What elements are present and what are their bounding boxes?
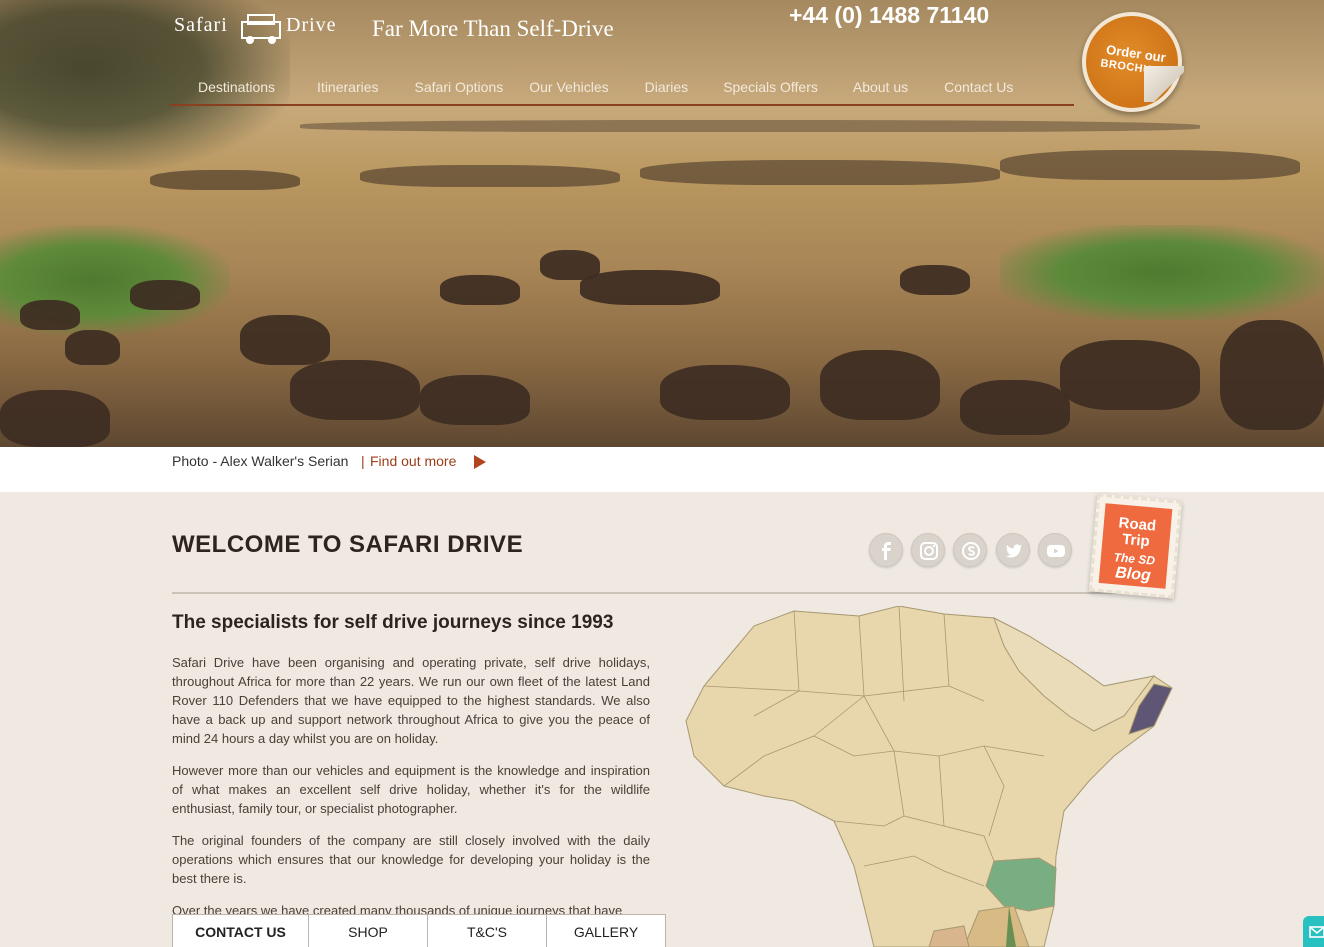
envelope-icon bbox=[1309, 926, 1324, 938]
nav-item-destinations[interactable]: Destinations bbox=[198, 76, 275, 104]
find-out-more-link[interactable]: Find out more bbox=[370, 453, 456, 469]
road-trip-blog-stamp[interactable]: Road Trip The SD Blog bbox=[1088, 493, 1183, 599]
photo-caption-bar: Photo - Alex Walker's Serian | Find out … bbox=[0, 447, 1324, 492]
herd-animal bbox=[960, 380, 1070, 435]
herd-animal bbox=[420, 375, 530, 425]
tab-terms[interactable]: T&C'S bbox=[428, 915, 547, 947]
africa-map[interactable] bbox=[684, 606, 1184, 947]
play-arrow-icon[interactable] bbox=[474, 455, 486, 469]
intro-paragraph: The original founders of the company are… bbox=[172, 833, 650, 886]
map-land bbox=[685, 606, 1173, 947]
herd-animal bbox=[1220, 320, 1324, 430]
intro-paragraph: However more than our vehicles and equip… bbox=[172, 763, 650, 816]
phone-number[interactable]: +44 (0) 1488 71140 bbox=[789, 2, 989, 29]
nav-item-safari-options[interactable]: Safari Options bbox=[415, 76, 504, 104]
tab-gallery[interactable]: GALLERY bbox=[547, 915, 665, 947]
tagline: Far More Than Self-Drive bbox=[372, 16, 614, 41]
instagram-icon[interactable] bbox=[911, 533, 945, 567]
email-widget[interactable] bbox=[1303, 916, 1324, 947]
herd-animal bbox=[20, 300, 80, 330]
herd-animal bbox=[360, 165, 620, 187]
nav-item-diaries[interactable]: Diaries bbox=[645, 76, 689, 104]
nav-item-contact-us[interactable]: Contact Us bbox=[944, 76, 1013, 104]
nav-item-about-us[interactable]: About us bbox=[853, 76, 908, 104]
herd-animal bbox=[290, 360, 420, 420]
skype-icon[interactable] bbox=[953, 533, 987, 567]
herd-animal bbox=[0, 390, 110, 447]
logo-word: Drive bbox=[286, 14, 337, 36]
nav-item-itineraries[interactable]: Itineraries bbox=[317, 76, 378, 104]
section-subtitle: The specialists for self drive journeys … bbox=[172, 612, 614, 633]
herd-animal bbox=[240, 315, 330, 365]
herd-animal bbox=[660, 365, 790, 420]
jeep-icon bbox=[241, 14, 281, 44]
order-brochure-button[interactable]: Order our BROCHURE bbox=[1082, 12, 1184, 112]
herd-animal bbox=[640, 160, 1000, 185]
tab-shop[interactable]: SHOP bbox=[309, 915, 428, 947]
herd-animal bbox=[1060, 340, 1200, 410]
herd-animal bbox=[440, 275, 520, 305]
herd-animal bbox=[300, 120, 1200, 132]
tab-contact-us[interactable]: CONTACT US bbox=[173, 915, 309, 947]
divider bbox=[172, 592, 1116, 594]
herd-animal bbox=[580, 270, 720, 305]
herd-animal bbox=[150, 170, 300, 190]
site-logo[interactable]: Safari Drive bbox=[174, 10, 340, 50]
herd-animal bbox=[820, 350, 940, 420]
herd-animal bbox=[1000, 150, 1300, 180]
herd-animal bbox=[130, 280, 200, 310]
nav-item-our-vehicles[interactable]: Our Vehicles bbox=[529, 76, 608, 104]
herd-animal bbox=[65, 330, 120, 365]
page-title: WELCOME TO SAFARI DRIVE bbox=[172, 531, 524, 558]
hero-bush bbox=[1000, 225, 1324, 320]
youtube-icon[interactable] bbox=[1038, 533, 1072, 567]
photo-credit: Photo - Alex Walker's Serian bbox=[172, 453, 349, 469]
hero-banner: Safari Drive Far More Than Self-Drive +4… bbox=[0, 0, 1324, 447]
herd-animal bbox=[900, 265, 970, 295]
bottom-tab-bar: CONTACT US SHOP T&C'S GALLERY bbox=[172, 914, 666, 947]
facebook-icon[interactable] bbox=[869, 533, 903, 567]
caption-separator: | bbox=[361, 453, 365, 469]
intro-paragraph: Safari Drive have been organising and op… bbox=[172, 655, 650, 746]
nav-item-specials-offers[interactable]: Specials Offers bbox=[723, 76, 818, 104]
main-nav: Destinations Itineraries Safari Options … bbox=[170, 76, 1074, 106]
twitter-icon[interactable] bbox=[996, 533, 1030, 567]
logo-word: Safari bbox=[174, 14, 228, 36]
